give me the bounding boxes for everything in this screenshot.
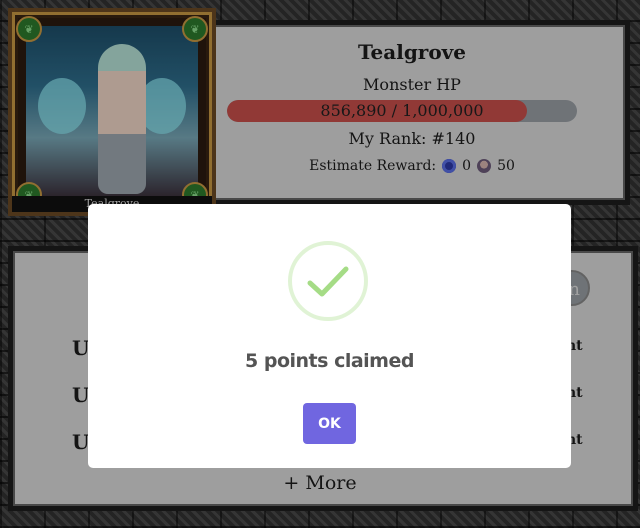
success-dialog: 5 points claimed OK bbox=[88, 204, 571, 468]
dialog-title: 5 points claimed bbox=[245, 350, 414, 372]
ok-button[interactable]: OK bbox=[303, 403, 356, 444]
checkmark-icon bbox=[288, 241, 368, 321]
